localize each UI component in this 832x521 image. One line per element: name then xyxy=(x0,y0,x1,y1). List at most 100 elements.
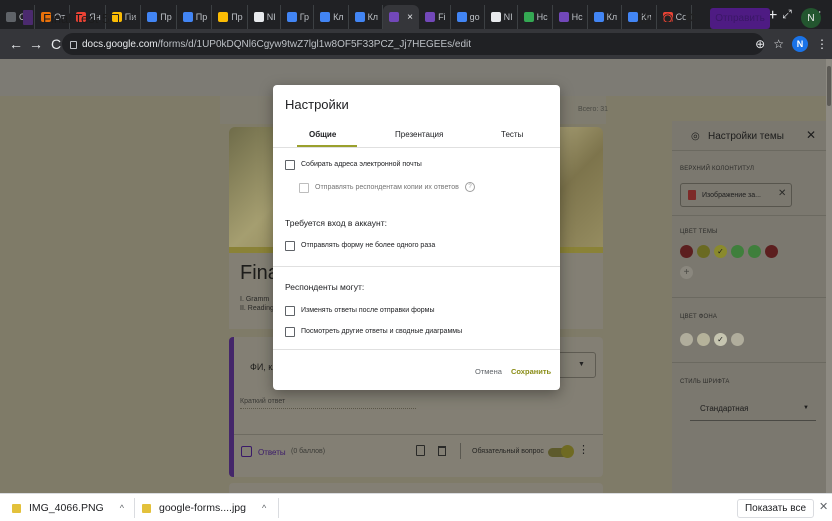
browser-tab[interactable]: Пр xyxy=(141,5,177,29)
forward-arrow-icon[interactable]: → xyxy=(26,36,46,52)
browser-toolbar: ← → C docs.google.com/forms/d/1UP0kDQNl6… xyxy=(0,29,832,59)
browser-menu-icon[interactable]: ⋮ xyxy=(816,37,828,51)
dialog-title: Настройки xyxy=(285,97,349,112)
download-item[interactable]: IMG_4066.PNG ^ xyxy=(12,494,124,521)
browser-tab[interactable]: Пр xyxy=(177,5,213,29)
tab-presentation[interactable]: Презентация xyxy=(395,130,443,139)
help-icon[interactable]: ? xyxy=(465,182,475,192)
more-vert-icon[interactable]: ⋮ xyxy=(782,9,796,26)
tab-favicon-icon xyxy=(6,12,16,22)
chevron-up-icon[interactable]: ^ xyxy=(120,503,124,513)
panel-divider xyxy=(672,297,826,298)
limit-one-response-label: Отправлять форму не более одного раза xyxy=(301,242,436,249)
browser-tab[interactable]: NI xyxy=(248,5,281,29)
address-bar[interactable]: docs.google.com/forms/d/1UP0kDQNl6Cgyw9t… xyxy=(62,33,764,55)
theme-color-swatch[interactable] xyxy=(748,245,761,258)
zoom-icon[interactable]: ⊕ xyxy=(755,37,765,51)
tab-divider xyxy=(273,147,560,148)
theme-color-swatch[interactable] xyxy=(765,245,778,258)
scrollbar-thumb[interactable] xyxy=(827,66,831,106)
palette-icon[interactable]: ◎ xyxy=(640,10,651,26)
download-item[interactable]: google-forms....jpg ^ xyxy=(142,494,266,521)
answer-key-label[interactable]: Ответы xyxy=(258,448,286,457)
tab-label: NI xyxy=(503,12,513,22)
caret-down-icon: ▼ xyxy=(803,405,809,411)
responses-total: Всего: 31 xyxy=(578,106,609,113)
bookmark-star-icon[interactable]: ☆ xyxy=(773,37,784,51)
tab-favicon-icon xyxy=(456,12,467,22)
theme-color-swatch[interactable] xyxy=(731,245,744,258)
tab-label: Кл xyxy=(367,12,379,22)
send-copy-checkbox[interactable] xyxy=(299,183,309,193)
chevron-up-icon[interactable]: ^ xyxy=(262,503,266,513)
tab-close-icon[interactable]: × xyxy=(407,12,413,23)
panel-divider xyxy=(672,215,826,216)
required-toggle-knob[interactable] xyxy=(561,445,574,458)
browser-tab[interactable]: go xyxy=(451,5,485,29)
cancel-button[interactable]: Отмена xyxy=(475,367,502,376)
close-icon[interactable]: ✕ xyxy=(819,500,828,513)
tab-general[interactable]: Общие xyxy=(309,130,336,139)
remove-image-icon[interactable]: ✕ xyxy=(778,188,786,199)
trash-icon[interactable] xyxy=(438,446,446,456)
respondents-can-heading: Респонденты могут: xyxy=(285,282,365,292)
see-summary-checkbox[interactable] xyxy=(285,327,295,337)
tab-favicon-icon xyxy=(425,12,436,22)
duplicate-icon[interactable] xyxy=(416,445,425,456)
caret-down-icon: ▼ xyxy=(578,361,585,368)
send-button[interactable]: Отправить xyxy=(710,8,770,29)
show-all-downloads-button[interactable]: Показать все xyxy=(737,499,814,518)
browser-tab[interactable]: Fi xyxy=(419,5,451,29)
close-icon[interactable]: ✕ xyxy=(806,128,816,142)
browser-tab[interactable]: Кл xyxy=(349,5,384,29)
browser-tab[interactable]: Нс xyxy=(553,5,588,29)
browser-tab[interactable]: Пр xyxy=(212,5,248,29)
star-icon[interactable]: ☆ xyxy=(128,8,140,24)
browser-tab[interactable]: Гр xyxy=(281,5,315,29)
browser-tab[interactable]: Нс xyxy=(518,5,553,29)
tab-favicon-icon xyxy=(523,12,534,22)
background-color-swatch[interactable] xyxy=(680,333,693,346)
question-more-icon[interactable]: ⋮ xyxy=(578,443,589,456)
add-color-icon[interactable]: + xyxy=(680,266,693,279)
theme-color-swatch[interactable] xyxy=(680,245,693,258)
background-color-swatch-selected[interactable]: ✓ xyxy=(714,333,727,346)
tab-label: go xyxy=(469,12,480,22)
profile-avatar[interactable]: N xyxy=(792,36,808,52)
edit-after-submit-checkbox[interactable] xyxy=(285,306,295,316)
browser-tab[interactable]: Кл xyxy=(588,5,623,29)
document-title[interactable]: Final Test 5 xyxy=(43,11,109,26)
tab-label: Fi xyxy=(438,12,446,22)
browser-tab[interactable]: Кл xyxy=(314,5,349,29)
required-label: Обязательный вопрос xyxy=(472,448,544,455)
folder-icon[interactable] xyxy=(107,14,119,23)
collect-emails-checkbox[interactable] xyxy=(285,160,295,170)
image-file-icon xyxy=(12,503,21,513)
browser-tab-active[interactable]: × xyxy=(383,5,420,29)
tab-favicon-icon xyxy=(253,12,264,22)
page-scrollbar[interactable] xyxy=(826,59,832,493)
panel-divider xyxy=(672,362,826,363)
theme-color-swatch[interactable] xyxy=(697,245,710,258)
download-filename: google-forms....jpg xyxy=(159,502,246,514)
settings-gear-icon[interactable]: ⚙ xyxy=(684,10,696,26)
tab-label: Пр xyxy=(195,12,208,22)
font-style-label: СТИЛЬ ШРИФТА xyxy=(680,379,730,385)
tab-favicon-icon xyxy=(593,12,604,22)
browser-tab[interactable]: NI xyxy=(485,5,518,29)
background-color-swatch[interactable] xyxy=(731,333,744,346)
login-required-heading: Требуется вход в аккаунт: xyxy=(285,218,387,228)
tab-label: Нс xyxy=(571,12,583,22)
tab-tests[interactable]: Тесты xyxy=(501,130,523,139)
lock-icon xyxy=(70,41,77,49)
user-avatar[interactable]: N xyxy=(801,8,821,28)
background-color-swatch[interactable] xyxy=(697,333,710,346)
answer-key-icon[interactable] xyxy=(241,446,252,457)
tab-favicon-icon xyxy=(490,12,501,22)
download-shelf: IMG_4066.PNG ^ google-forms....jpg ^ Пок… xyxy=(0,493,832,521)
save-button[interactable]: Сохранить xyxy=(511,367,551,376)
theme-color-swatch-selected[interactable]: ✓ xyxy=(714,245,727,258)
preview-eye-icon[interactable]: ◉ xyxy=(662,10,673,26)
limit-one-response-checkbox[interactable] xyxy=(285,241,295,251)
back-arrow-icon[interactable]: ← xyxy=(6,36,26,52)
